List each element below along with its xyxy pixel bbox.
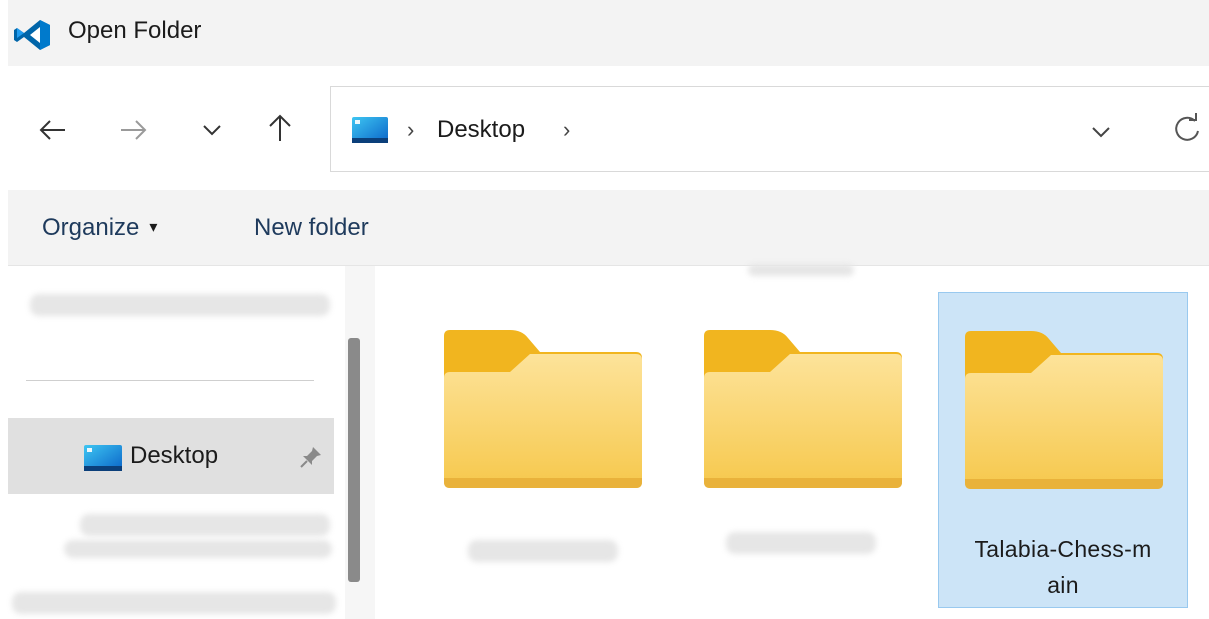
up-button[interactable]: [258, 106, 302, 150]
navigation-bar: › Desktop ›: [8, 66, 1209, 190]
window-title: Open Folder: [68, 17, 202, 44]
arrow-left-icon: [39, 120, 65, 140]
address-bar[interactable]: › Desktop ›: [330, 86, 1209, 172]
folder-item[interactable]: [660, 292, 910, 608]
arrow-up-icon: [269, 114, 291, 141]
organize-button[interactable]: Organize ▾: [42, 214, 157, 242]
desktop-icon: [84, 445, 122, 471]
folder-item[interactable]: [400, 292, 650, 608]
breadcrumb-separator[interactable]: ›: [563, 117, 570, 143]
forward-button[interactable]: [112, 108, 156, 152]
breadcrumb-separator: ›: [407, 117, 415, 142]
redacted-sidebar-item[interactable]: [80, 514, 330, 536]
sidebar-item-desktop[interactable]: Desktop: [8, 418, 334, 494]
redacted-folder-name: [726, 532, 876, 554]
redacted-sidebar-item[interactable]: [30, 294, 330, 316]
breadcrumb-desktop[interactable]: Desktop: [437, 116, 525, 144]
folder-icon: [444, 330, 642, 488]
back-button[interactable]: [30, 108, 74, 152]
redacted-folder-name: [468, 540, 618, 562]
sidebar-item-label: Desktop: [130, 442, 219, 469]
arrow-right-icon: [121, 120, 147, 140]
folder-item-talabia-chess-main[interactable]: Talabia-Chess-m ain: [938, 292, 1188, 608]
chevron-down-icon[interactable]: [1083, 111, 1119, 151]
redacted-sidebar-item[interactable]: [64, 540, 332, 558]
chevron-down-icon: [203, 125, 221, 136]
organize-label: Organize: [42, 214, 140, 241]
command-bar: Organize ▾ New folder: [8, 190, 1209, 266]
new-folder-button[interactable]: New folder: [254, 214, 369, 242]
folder-name: Talabia-Chess-m ain: [939, 531, 1187, 603]
redacted-item-label: [748, 264, 854, 276]
folder-icon: [704, 330, 902, 488]
desktop-icon: [352, 117, 388, 143]
vscode-logo-icon: [14, 20, 50, 50]
pin-icon[interactable]: [298, 444, 324, 470]
title-bar: Open Folder: [8, 0, 1209, 66]
folder-icon: [965, 331, 1163, 489]
navigation-pane: Desktop: [8, 266, 376, 619]
folder-name-line1: Talabia-Chess-m: [974, 536, 1152, 562]
redacted-sidebar-item[interactable]: [12, 592, 336, 614]
caret-down-icon: ▾: [149, 219, 158, 236]
sidebar-divider: [26, 380, 314, 381]
sidebar-scrollbar-thumb[interactable]: [348, 338, 360, 582]
file-list: Talabia-Chess-m ain: [376, 264, 1209, 619]
folder-name-line2: ain: [1047, 572, 1079, 598]
refresh-icon[interactable]: [1167, 109, 1207, 149]
recent-locations-button[interactable]: [190, 108, 234, 152]
